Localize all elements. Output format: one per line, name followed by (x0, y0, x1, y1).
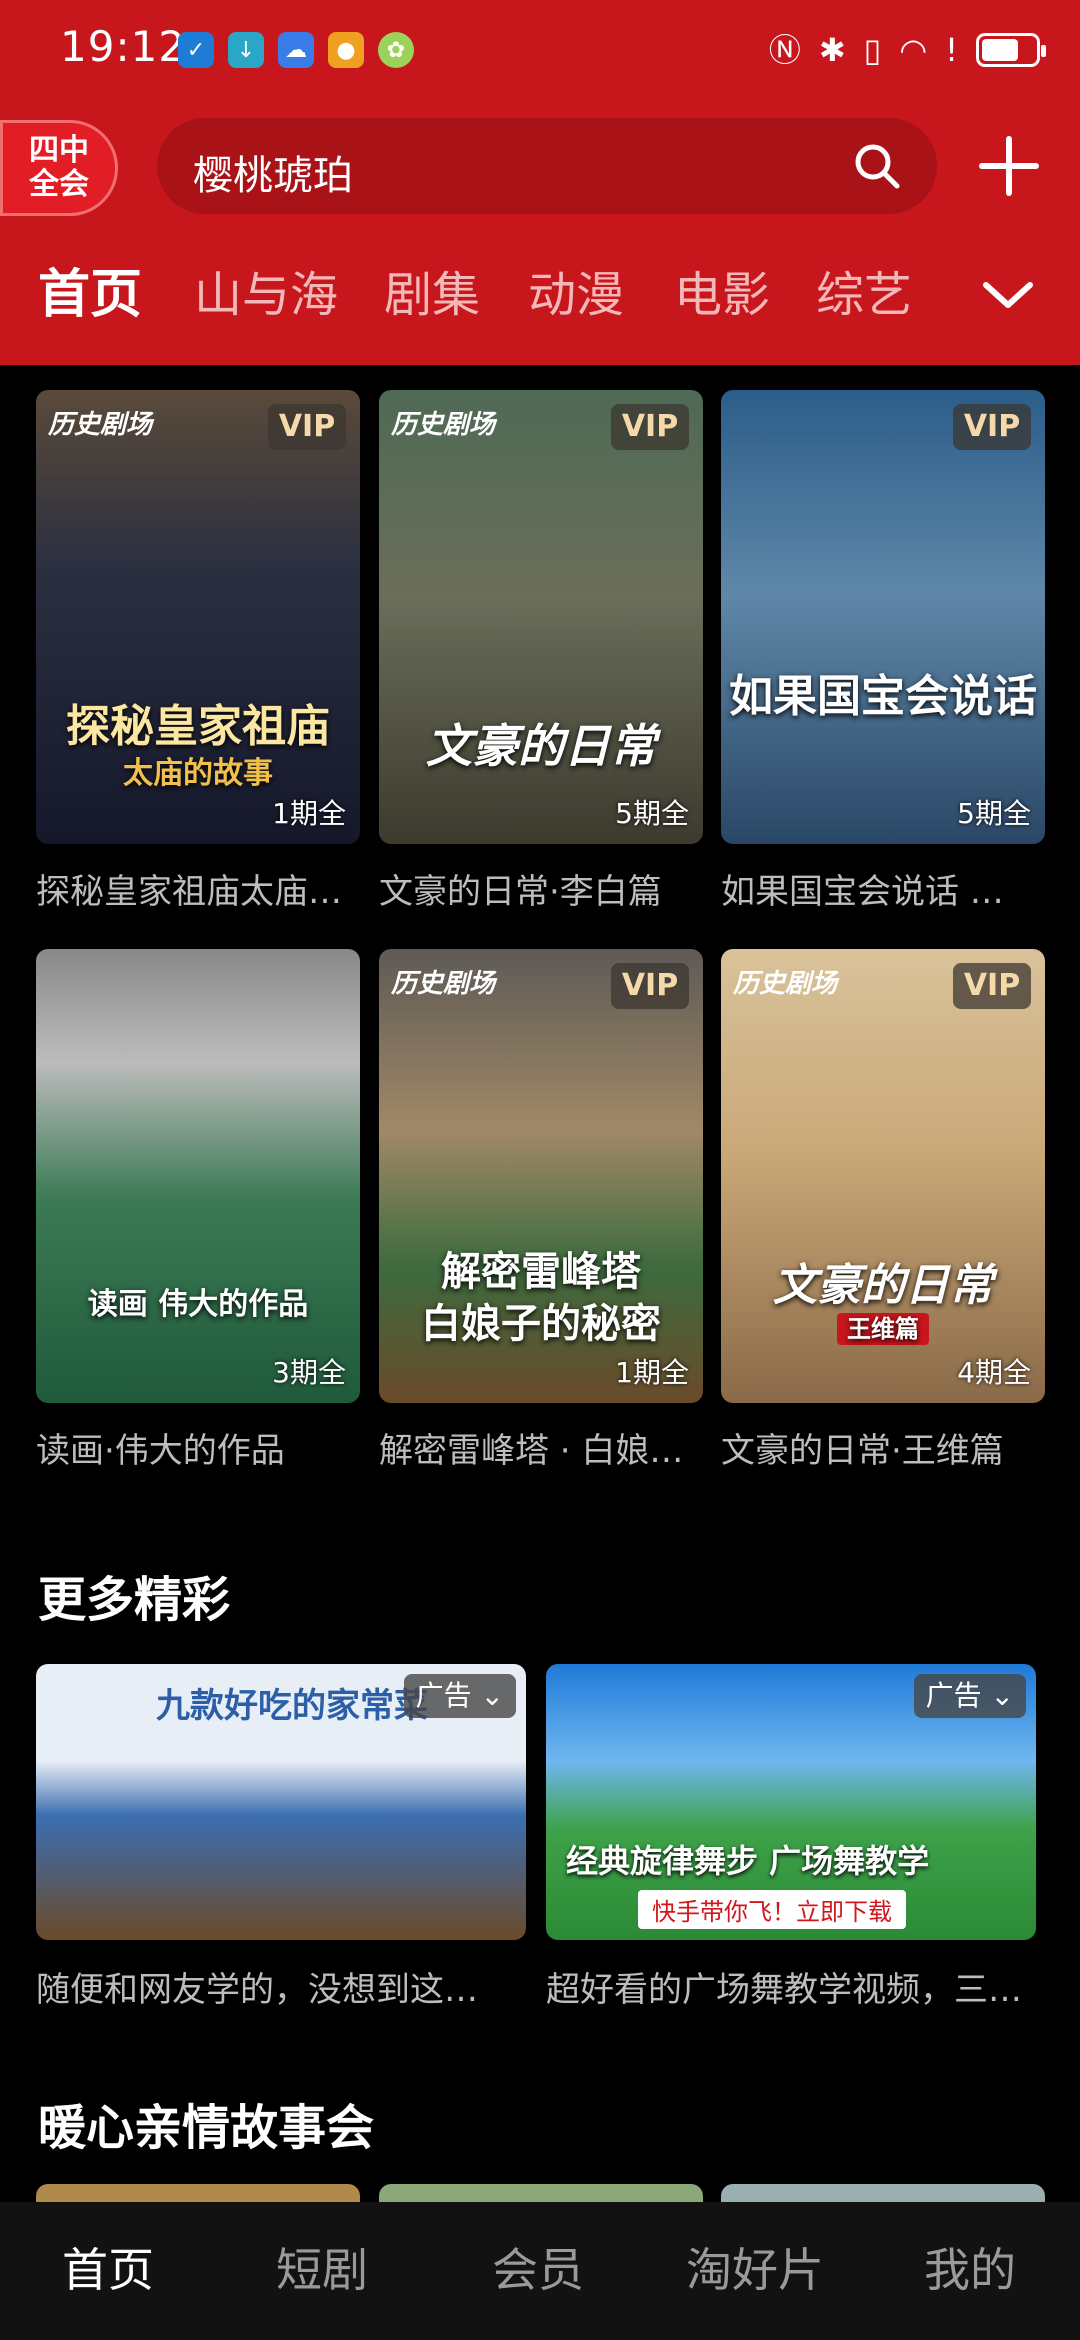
app-header: 19:12 ✓ ↓ ☁ ● ✿ Ⓝ ✱ ▯ ◠ ! 四中 全会 樱桃琥珀 首页 … (0, 0, 1080, 365)
episode-count: 4期全 (957, 1356, 1031, 1389)
cloud-icon: ☁ (278, 32, 314, 68)
app2-icon: ✿ (378, 32, 414, 68)
badge-line1: 四中 (29, 133, 89, 168)
episode-count: 1期全 (615, 1356, 689, 1389)
vip-badge: VIP (611, 963, 689, 1009)
poster-title: 如果国宝会说话 (729, 671, 1037, 722)
ad-label: 广告 (925, 1679, 982, 1712)
poster-image[interactable]: 历史剧场 VIP 文豪的日常 5期全 (379, 390, 703, 844)
nav-membership[interactable]: 会员 (492, 2234, 584, 2300)
ad-image[interactable]: 九款好吃的家常菜 广告 ⌄ (36, 1664, 526, 1940)
poster-image[interactable]: 历史剧场 VIP 探秘皇家祖庙 太庙的故事 1期全 (36, 390, 360, 844)
ad-title[interactable]: 超好看的广场舞教学视频，三… (546, 1962, 1046, 2011)
poster-title: 探秘皇家祖庙 (66, 701, 330, 752)
nav-mine[interactable]: 我的 (924, 2234, 1016, 2300)
poster-title: 读画 伟大的作品 (87, 1287, 309, 1322)
card-title[interactable]: 文豪的日常·李白篇 (379, 864, 709, 913)
tab-home[interactable]: 首页 (38, 260, 142, 330)
category-tabs: 首页 山与海 剧集 动漫 电影 综艺 (0, 260, 1080, 330)
ad-headline: 九款好吃的家常菜 (156, 1686, 428, 1726)
card-title[interactable]: 探秘皇家祖庙太庙… (36, 864, 366, 913)
ad-badge[interactable]: 广告 ⌄ (913, 1674, 1026, 1718)
tab-series[interactable]: 剧集 (384, 260, 480, 330)
status-bar: 19:12 ✓ ↓ ☁ ● ✿ Ⓝ ✱ ▯ ◠ ! (0, 0, 1080, 100)
poster-image[interactable]: 历史剧场 VIP 解密雷峰塔 白娘子的秘密 1期全 (379, 949, 703, 1403)
tab-anime[interactable]: 动漫 (528, 260, 624, 330)
vibrate-icon: ▯ (863, 31, 882, 69)
episode-count: 3期全 (272, 1356, 346, 1389)
poster-subtitle: 白娘子的秘密 (421, 1301, 661, 1347)
poster-image[interactable]: VIP 如果国宝会说话 5期全 (721, 390, 1045, 844)
plus-icon[interactable] (978, 135, 1040, 197)
search-bar[interactable]: 樱桃琥珀 (157, 118, 937, 214)
poster-title: 文豪的日常 (426, 719, 656, 773)
search-icon[interactable] (851, 140, 903, 192)
ad-title[interactable]: 随便和网友学的，没想到这… (36, 1962, 536, 2011)
episode-count: 1期全 (272, 797, 346, 830)
poster-title: 文豪的日常 (773, 1260, 993, 1311)
tab-variety[interactable]: 综艺 (816, 260, 912, 330)
card-title[interactable]: 如果国宝会说话 … (721, 864, 1051, 913)
nav-good-films[interactable]: 淘好片 (686, 2234, 824, 2300)
section-title-family: 暖心亲情故事会 (38, 2100, 375, 2156)
card-title[interactable]: 解密雷峰塔 · 白娘… (379, 1423, 709, 1472)
notification-icons: ✓ ↓ ☁ ● ✿ (178, 32, 414, 68)
vip-badge: VIP (953, 404, 1031, 450)
card-title[interactable]: 读画·伟大的作品 (36, 1423, 366, 1472)
poster-subtitle: 王维篇 (721, 1309, 1045, 1345)
brand-label: 历史剧场 (391, 410, 496, 440)
tab-movies[interactable]: 电影 (674, 260, 770, 330)
plenary-badge[interactable]: 四中 全会 (0, 120, 118, 216)
poster-image[interactable]: 读画 伟大的作品 3期全 (36, 949, 360, 1403)
ad-headline: 经典旋律舞步 广场舞教学 (566, 1842, 930, 1880)
brand-label: 历史剧场 (733, 969, 838, 999)
bluetooth-icon: ✱ (818, 31, 846, 69)
brand-label: 历史剧场 (391, 969, 496, 999)
ad-image[interactable]: 广告 ⌄ 经典旋律舞步 广场舞教学 快手带你飞！立即下载 (546, 1664, 1036, 1940)
badge-line2: 全会 (29, 167, 89, 202)
tab-mountains-seas[interactable]: 山与海 (194, 260, 338, 330)
wifi-icon: ◠ (899, 31, 928, 69)
poster-title: 解密雷峰塔 (441, 1249, 641, 1295)
vip-badge: VIP (953, 963, 1031, 1009)
download-icon: ↓ (228, 32, 264, 68)
system-icons: Ⓝ ✱ ▯ ◠ ! (768, 28, 1046, 72)
alert-icon: ! (945, 31, 958, 69)
ad-label: 广告 (415, 1679, 472, 1712)
nfc-icon: Ⓝ (768, 31, 801, 69)
check-icon: ✓ (178, 32, 214, 68)
brand-label: 历史剧场 (48, 410, 153, 440)
ad-badge[interactable]: 广告 ⌄ (403, 1674, 516, 1718)
app-icon: ● (328, 32, 364, 68)
episode-count: 5期全 (615, 797, 689, 830)
poster-image[interactable]: 历史剧场 VIP 文豪的日常 王维篇 4期全 (721, 949, 1045, 1403)
card-title[interactable]: 文豪的日常·王维篇 (721, 1423, 1051, 1472)
vip-badge: VIP (611, 404, 689, 450)
battery-icon (976, 33, 1046, 67)
search-query: 樱桃琥珀 (193, 153, 353, 199)
nav-short-drama[interactable]: 短剧 (276, 2234, 368, 2300)
nav-home[interactable]: 首页 (62, 2234, 154, 2300)
poster-tag: 王维篇 (837, 1313, 929, 1345)
status-time: 19:12 (60, 22, 187, 71)
chevron-down-icon[interactable] (980, 275, 1036, 315)
section-title-more: 更多精彩 (38, 1572, 231, 1628)
bottom-nav: 首页 短剧 会员 淘好片 我的 (0, 2202, 1080, 2340)
ad-cta[interactable]: 快手带你飞！立即下载 (638, 1890, 906, 1929)
vip-badge: VIP (268, 404, 346, 450)
episode-count: 5期全 (957, 797, 1031, 830)
poster-subtitle: 太庙的故事 (123, 756, 273, 791)
